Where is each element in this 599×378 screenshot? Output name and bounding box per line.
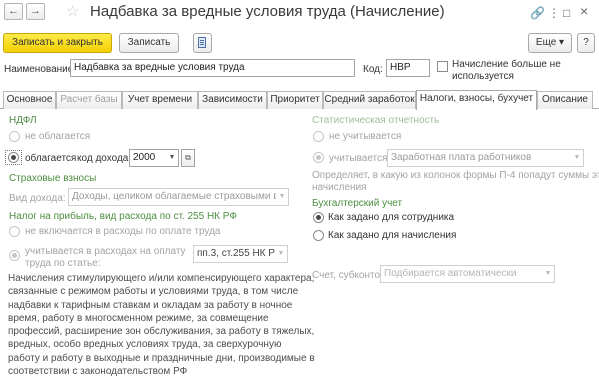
stat-not-counted-radio[interactable] (313, 131, 324, 142)
chevron-down-icon: ▼ (573, 154, 581, 161)
forward-button[interactable]: → (26, 3, 45, 20)
income-code-field[interactable]: 2000 (129, 149, 167, 167)
income-type-field[interactable]: Доходы, целиком облагаемые страховыми вз… (68, 188, 277, 206)
more-button[interactable]: Еще ▾ (528, 33, 572, 53)
accounting-as-accrual-label: Как задано для начисления (328, 230, 457, 241)
stat-report-section-title: Статистическая отчетность (312, 115, 440, 126)
link-icon[interactable]: 🔗 (530, 6, 545, 20)
ndfl-taxed-radio[interactable] (8, 152, 19, 163)
profit-included-label: учитывается в расходах на оплату труда по… (25, 246, 186, 269)
tab-description[interactable]: Описание (537, 91, 593, 109)
document-icon (198, 37, 206, 48)
arrow-right-icon: → (30, 5, 41, 17)
chevron-down-icon: ▼ (277, 250, 285, 257)
income-code-open-button[interactable]: ⧉ (181, 149, 195, 167)
arrow-left-icon: ← (8, 5, 19, 17)
stat-counted-label: учитывается (329, 153, 388, 164)
profit-included-radio[interactable] (9, 250, 20, 261)
close-icon[interactable]: × (580, 3, 588, 19)
accounting-as-accrual-radio[interactable] (313, 230, 324, 241)
income-type-label: Вид дохода: (9, 193, 66, 204)
tab-average-earnings[interactable]: Средний заработок (323, 91, 416, 109)
stat-report-note: Определяет, в какую из колонок формы П-4… (312, 170, 599, 193)
more-menu-icon[interactable]: ⋮ (548, 6, 560, 20)
chevron-down-icon: ▼ (168, 154, 176, 161)
income-code-dropdown[interactable]: ▼ (166, 149, 179, 167)
accounting-section-title: Бухгалтерский учет (312, 198, 403, 209)
account-dropdown[interactable]: ▼ (542, 265, 555, 283)
stat-not-counted-label: не учитывается (329, 131, 402, 142)
income-code-label: код дохода: (77, 153, 132, 164)
back-button[interactable]: ← (4, 3, 23, 20)
profit-not-included-radio[interactable] (9, 226, 20, 237)
page-title: Надбавка за вредные условия труда (Начис… (90, 3, 445, 20)
account-field[interactable]: Подбирается автоматически (380, 265, 543, 283)
profit-article-field[interactable]: пп.3, ст.255 НК РФ (193, 245, 276, 263)
account-label: Счет, субконто: (312, 270, 383, 281)
tab-bar: Основное Расчет базы Учет времени Зависи… (0, 90, 599, 110)
stat-counted-dropdown[interactable]: ▼ (571, 149, 584, 167)
ndfl-section-title: НДФЛ (9, 115, 37, 126)
chevron-down-icon: ▼ (544, 270, 552, 277)
accounting-as-employee-radio[interactable] (313, 212, 324, 223)
open-link-icon: ⧉ (185, 153, 191, 162)
stat-counted-radio[interactable] (313, 152, 324, 163)
code-label: Код: (363, 64, 383, 75)
tab-priority[interactable]: Приоритет (267, 91, 323, 109)
profit-tax-section-title: Налог на прибыль, вид расхода по ст. 255… (9, 211, 237, 222)
tab-base-calculation[interactable]: Расчет базы (56, 91, 122, 109)
ndfl-not-taxed-radio[interactable] (9, 131, 20, 142)
income-type-dropdown[interactable]: ▼ (276, 188, 289, 206)
insurance-section-title: Страховые взносы (9, 173, 97, 184)
help-button[interactable]: ? (577, 33, 595, 53)
not-used-label: Начисление больше не используется (452, 59, 561, 82)
profit-article-dropdown[interactable]: ▼ (275, 245, 288, 263)
stat-counted-field[interactable]: Заработная плата работников (387, 149, 572, 167)
save-button[interactable]: Записать (119, 33, 179, 53)
accounting-as-employee-label: Как задано для сотрудника (328, 212, 455, 223)
ndfl-taxed-label: облагается (25, 153, 77, 164)
profit-not-included-label: не включается в расходы по оплате труда (25, 226, 221, 237)
name-label: Наименование: (4, 64, 77, 75)
favorite-star-icon[interactable]: ☆ (66, 2, 79, 20)
maximize-icon[interactable]: □ (563, 6, 570, 20)
name-field[interactable]: Надбавка за вредные условия труда (70, 59, 355, 77)
chevron-down-icon: ▼ (278, 193, 286, 200)
accrual-description: Начисления стимулирующего и/или компенси… (8, 273, 315, 378)
tab-main[interactable]: Основное (3, 91, 56, 109)
code-field[interactable]: НВР (386, 59, 430, 77)
not-used-checkbox[interactable] (437, 61, 448, 72)
ndfl-not-taxed-label: не облагается (25, 131, 91, 142)
document-print-button[interactable] (193, 33, 212, 53)
tab-taxes-accounting[interactable]: Налоги, взносы, бухучет (416, 90, 537, 110)
tab-time-accounting[interactable]: Учет времени (122, 91, 198, 109)
save-and-close-button[interactable]: Записать и закрыть (3, 33, 112, 53)
tab-dependencies[interactable]: Зависимости (198, 91, 267, 109)
